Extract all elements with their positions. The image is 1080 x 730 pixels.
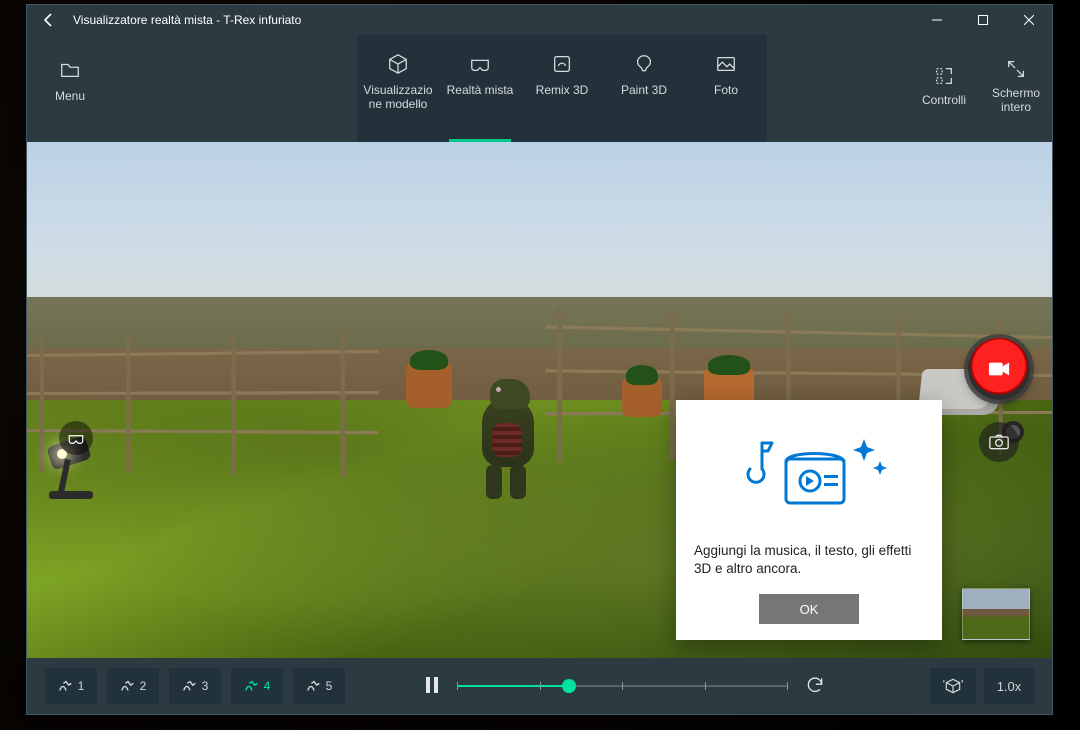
- animation-number: 4: [264, 679, 271, 693]
- app-window: Visualizzatore realtà mista - T-Rex infu…: [26, 4, 1053, 715]
- record-video-button[interactable]: [968, 338, 1030, 400]
- controls-label: Controlli: [922, 93, 966, 107]
- tip-popup: Aggiungi la musica, il testo, gli effett…: [676, 400, 942, 640]
- window-title: Visualizzatore realtà mista - T-Rex infu…: [71, 13, 301, 27]
- tab-label: Realtà mista: [443, 83, 518, 97]
- menu-label: Menu: [55, 89, 85, 103]
- animation-number: 1: [78, 679, 85, 693]
- controls-icon: [933, 65, 955, 87]
- viewport[interactable]: Aggiungi la musica, il testo, gli effett…: [27, 142, 1052, 658]
- fullscreen-icon: [1005, 58, 1027, 80]
- run-anim-icon: [58, 679, 74, 693]
- back-button[interactable]: [27, 5, 71, 35]
- run-anim-icon: [120, 679, 136, 693]
- controls-button[interactable]: Controlli: [908, 41, 980, 131]
- remix3d-icon: [551, 53, 573, 75]
- animation-4-button[interactable]: 4: [231, 668, 283, 704]
- pause-button[interactable]: [425, 677, 439, 696]
- paint3d-icon: [633, 53, 655, 75]
- maximize-button[interactable]: [960, 5, 1006, 35]
- bottom-bar: 1 2 3 4 5: [27, 658, 1052, 714]
- timeline-knob[interactable]: [562, 679, 576, 693]
- reset-scale-button[interactable]: [930, 668, 976, 704]
- last-capture-thumbnail[interactable]: [962, 588, 1030, 640]
- popup-text: Aggiungi la musica, il testo, gli effett…: [694, 542, 924, 578]
- photo-icon: [715, 53, 737, 75]
- scale-value[interactable]: 1.0x: [984, 668, 1034, 704]
- tab-view-model[interactable]: Visualizzazio ne modello: [357, 35, 439, 142]
- tab-photo[interactable]: Foto: [685, 35, 767, 142]
- toolbar: Menu Visualizzazio ne modello Realtà mis…: [27, 35, 1052, 142]
- take-photo-button[interactable]: [979, 422, 1019, 462]
- tab-label: Visualizzazio ne modello: [359, 83, 436, 111]
- tab-group: Visualizzazio ne modello Realtà mista Re…: [357, 35, 767, 142]
- popup-illustration: [694, 420, 924, 530]
- cube-icon: [387, 53, 409, 75]
- animation-2-button[interactable]: 2: [107, 668, 159, 704]
- tab-mixed-reality[interactable]: Realtà mista: [439, 35, 521, 142]
- mixed-reality-icon: [469, 53, 491, 75]
- animation-1-button[interactable]: 1: [45, 668, 97, 704]
- folder-icon: [59, 59, 81, 81]
- minimize-button[interactable]: [914, 5, 960, 35]
- animation-3-button[interactable]: 3: [169, 668, 221, 704]
- title-bar[interactable]: Visualizzatore realtà mista - T-Rex infu…: [27, 5, 1052, 35]
- camera-icon: [989, 434, 1009, 450]
- animation-timeline[interactable]: [457, 676, 787, 696]
- tab-remix-3d[interactable]: Remix 3D: [521, 35, 603, 142]
- animation-5-button[interactable]: 5: [293, 668, 345, 704]
- run-anim-icon: [306, 679, 322, 693]
- run-anim-icon: [244, 679, 260, 693]
- tab-label: Remix 3D: [532, 83, 593, 97]
- popup-ok-button[interactable]: OK: [759, 594, 859, 624]
- close-button[interactable]: [1006, 5, 1052, 35]
- loop-button[interactable]: [805, 675, 825, 698]
- scale-cube-icon: [943, 677, 963, 695]
- animation-number: 3: [202, 679, 209, 693]
- loop-icon: [805, 675, 825, 695]
- tab-label: Foto: [710, 83, 742, 97]
- fullscreen-button[interactable]: Schermo intero: [980, 41, 1052, 131]
- mixed-reality-badge[interactable]: [59, 421, 93, 455]
- tab-label: Paint 3D: [617, 83, 671, 97]
- run-anim-icon: [182, 679, 198, 693]
- fullscreen-label: Schermo intero: [980, 86, 1052, 114]
- tab-paint-3d[interactable]: Paint 3D: [603, 35, 685, 142]
- menu-button[interactable]: Menu: [31, 41, 109, 121]
- trex-model[interactable]: [468, 379, 558, 499]
- animation-number: 5: [326, 679, 333, 693]
- video-icon: [988, 361, 1010, 377]
- pause-icon: [425, 677, 439, 693]
- animation-number: 2: [140, 679, 147, 693]
